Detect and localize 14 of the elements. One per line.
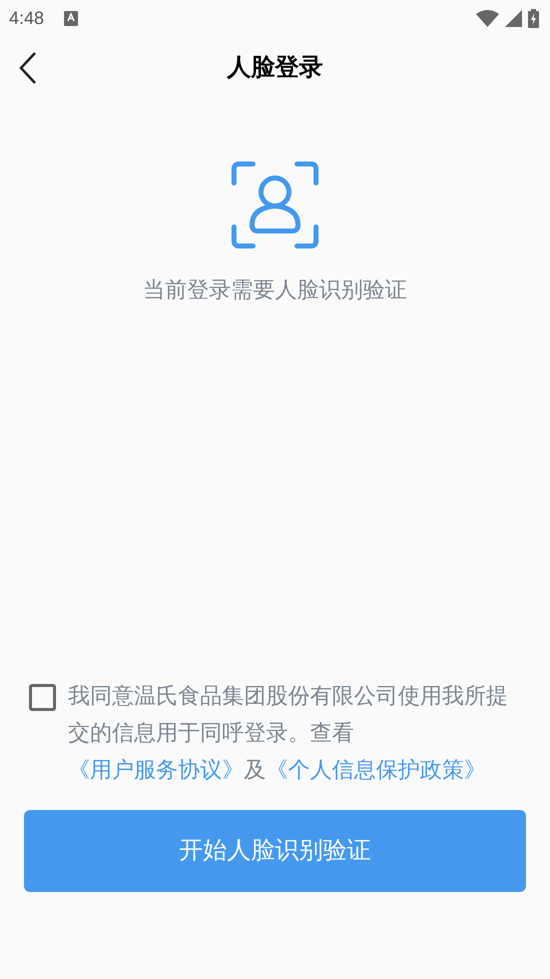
battery-icon <box>528 8 539 28</box>
wifi-icon <box>476 10 499 26</box>
status-time: 4:48 <box>9 6 44 30</box>
page-title: 人脸登录 <box>227 53 323 83</box>
agreement-checkbox[interactable] <box>29 684 56 711</box>
signal-icon <box>505 10 522 26</box>
back-icon <box>19 52 37 84</box>
agreement-text: 我同意温氏食品集团股份有限公司使用我所提交的信息用于同呼登录。查看 《用户服务协议》及《个人信息保护政策》 <box>68 682 509 784</box>
agreement-link[interactable]: 《用户服务协议》 <box>68 757 244 782</box>
prompt-text: 当前登录需要人脸识别验证 <box>142 276 408 304</box>
agreement-link[interactable]: 《个人信息保护政策》 <box>266 757 486 782</box>
keyboard-icon <box>64 10 78 26</box>
start-button[interactable]: 开始人脸识别验证 <box>24 810 526 892</box>
face-scan-icon <box>231 161 319 249</box>
